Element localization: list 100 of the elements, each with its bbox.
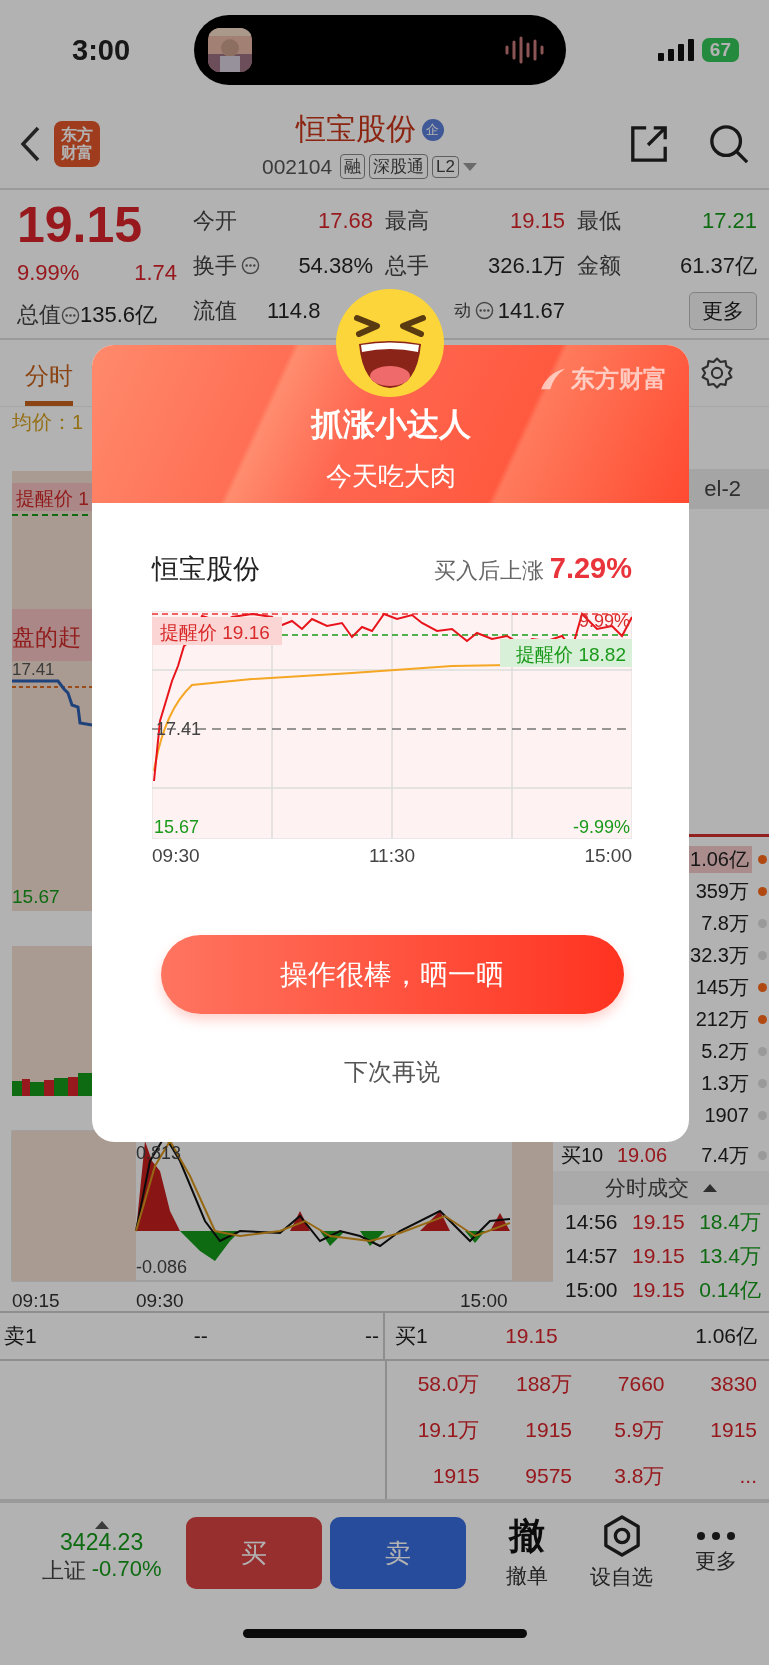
stat-value: 135.6亿	[80, 301, 158, 329]
trade-price: 19.15	[632, 1278, 685, 1302]
stat-value: 17.21	[701, 207, 757, 234]
depth-volume: 7.4万	[700, 1142, 750, 1168]
trade-time: 14:56	[565, 1210, 618, 1234]
depth-volume: 1907	[703, 1103, 750, 1127]
order-label: 卖1	[4, 1323, 37, 1349]
order-volume: 1.06亿	[695, 1323, 757, 1349]
toolbar-button[interactable]: 更多	[672, 1513, 759, 1593]
depth-volume: 359万	[694, 878, 750, 904]
depth-volume: 7.8万	[700, 910, 750, 936]
time-axis-label: 15:00	[584, 845, 632, 867]
average-price-label: 均价：1	[12, 409, 84, 435]
stat-value: 17.68	[317, 207, 373, 234]
index-value: 3424.23	[60, 1528, 144, 1556]
queue-volume: 9575	[524, 1464, 572, 1488]
index-name: 上证	[41, 1556, 86, 1585]
time-axis-label: 09:15	[12, 1290, 60, 1311]
depth-volume: 1.06亿	[687, 845, 752, 873]
stat-value: 19.15	[509, 207, 565, 234]
limit-down-label: -9.99%	[572, 817, 630, 837]
stat-label: 换手	[193, 251, 237, 280]
price-axis-label: 15.67	[12, 886, 60, 907]
stat-label: 动	[453, 300, 471, 322]
queue-volume: ...	[738, 1464, 757, 1488]
depth-price: 19.06	[617, 1143, 669, 1167]
stat-label: 流值	[193, 296, 237, 325]
queue-volume: 1915	[709, 1418, 757, 1442]
queue-volume: 1915	[524, 1418, 572, 1442]
gain-text: 买入后上涨 7.29%	[433, 552, 632, 586]
stock-tag: L2	[432, 155, 459, 178]
alert-label: 提醒价 19.16	[152, 617, 282, 645]
stock-tag: 融	[340, 154, 366, 179]
toolbar-button[interactable]: 撤 撤单	[484, 1513, 571, 1593]
trade-volume: 13.4万	[699, 1243, 761, 1269]
change-amount: 1.74	[134, 260, 177, 286]
stat-value: 54.38%	[298, 252, 373, 279]
macd-axis-label: -0.086	[136, 1257, 188, 1277]
stat-value: 326.1万	[487, 251, 565, 280]
stat-label: 今开	[193, 206, 237, 235]
stat-label: 金额	[577, 251, 621, 280]
time-axis-label: 09:30	[136, 1290, 184, 1311]
stat-value: 141.67	[497, 297, 565, 324]
status-time: 3:00	[72, 33, 132, 67]
alert-label: 提醒价 1	[12, 483, 92, 511]
stat-value: 61.37亿	[679, 251, 757, 280]
battery-indicator: 67	[701, 38, 739, 62]
stat-label: 总手	[385, 251, 429, 280]
enterprise-badge: 企	[421, 118, 444, 141]
trade-price: 19.15	[632, 1244, 685, 1268]
time-axis-label: 15:00	[460, 1290, 508, 1311]
depth-volume: 145万	[694, 974, 750, 1000]
dialog-title: 抓涨小达人	[310, 405, 471, 444]
order-price: 19.15	[505, 1324, 558, 1348]
queue-volume: 58.0万	[416, 1371, 480, 1397]
sell-button[interactable]: 卖	[330, 1517, 467, 1589]
stat-value: 114.8	[267, 297, 321, 324]
stat-label: 最高	[385, 206, 429, 235]
toolbar-button[interactable]: 设自选	[578, 1513, 665, 1593]
trade-time: 14:57	[565, 1244, 618, 1268]
time-axis-label: 11:30	[368, 845, 416, 867]
depth-volume: 1.3万	[700, 1070, 750, 1096]
queue-volume: 7660	[616, 1372, 665, 1396]
change-percent: 9.99%	[17, 260, 80, 286]
buy-button[interactable]: 买	[186, 1517, 323, 1589]
depth-volume: 32.3万	[689, 942, 750, 968]
order-volume: --	[365, 1324, 379, 1348]
level-2-label: el-2	[704, 476, 741, 502]
queue-volume: 3830	[709, 1372, 757, 1396]
queue-volume: 19.1万	[416, 1417, 480, 1443]
trade-time: 15:00	[565, 1278, 618, 1302]
stock-name: 恒宝股份	[152, 553, 260, 586]
trade-volume: 18.4万	[699, 1209, 761, 1235]
dismiss-link[interactable]: 下次再说	[344, 1056, 440, 1088]
index-change: -0.70%	[91, 1555, 162, 1583]
price-axis-label: 17.41	[12, 660, 55, 679]
depth-label: 买10	[561, 1142, 605, 1168]
trade-volume: 0.14亿	[699, 1277, 761, 1303]
stock-tag: 深股通	[369, 154, 429, 179]
last-price: 19.15	[17, 198, 144, 252]
stat-label: 最低	[577, 206, 621, 235]
order-label: 买1	[395, 1323, 428, 1349]
queue-volume: 188万	[514, 1371, 572, 1397]
order-price: --	[193, 1324, 208, 1348]
more-button[interactable]: 更多	[689, 291, 757, 330]
queue-volume: 3.8万	[613, 1463, 665, 1489]
stock-title: 恒宝股份	[295, 111, 416, 147]
stock-code: 002104	[262, 154, 333, 179]
price-axis-label: 15.67	[154, 817, 200, 837]
dialog-subtitle: 今天吃大肉	[325, 460, 456, 493]
brand-logo-text: 东方财富	[571, 364, 667, 394]
app-logo: 东方 财富	[54, 121, 100, 167]
depth-volume: 5.2万	[700, 1038, 750, 1064]
time-axis-label: 09:30	[152, 845, 200, 867]
trade-price: 19.15	[632, 1210, 685, 1234]
queue-volume: 1915	[431, 1464, 480, 1488]
stat-label: 总值	[17, 301, 61, 329]
alert-label: 提醒价 18.82	[500, 639, 632, 667]
banner-text: 盘的赶	[12, 609, 92, 661]
depth-volume: 212万	[694, 1006, 750, 1032]
